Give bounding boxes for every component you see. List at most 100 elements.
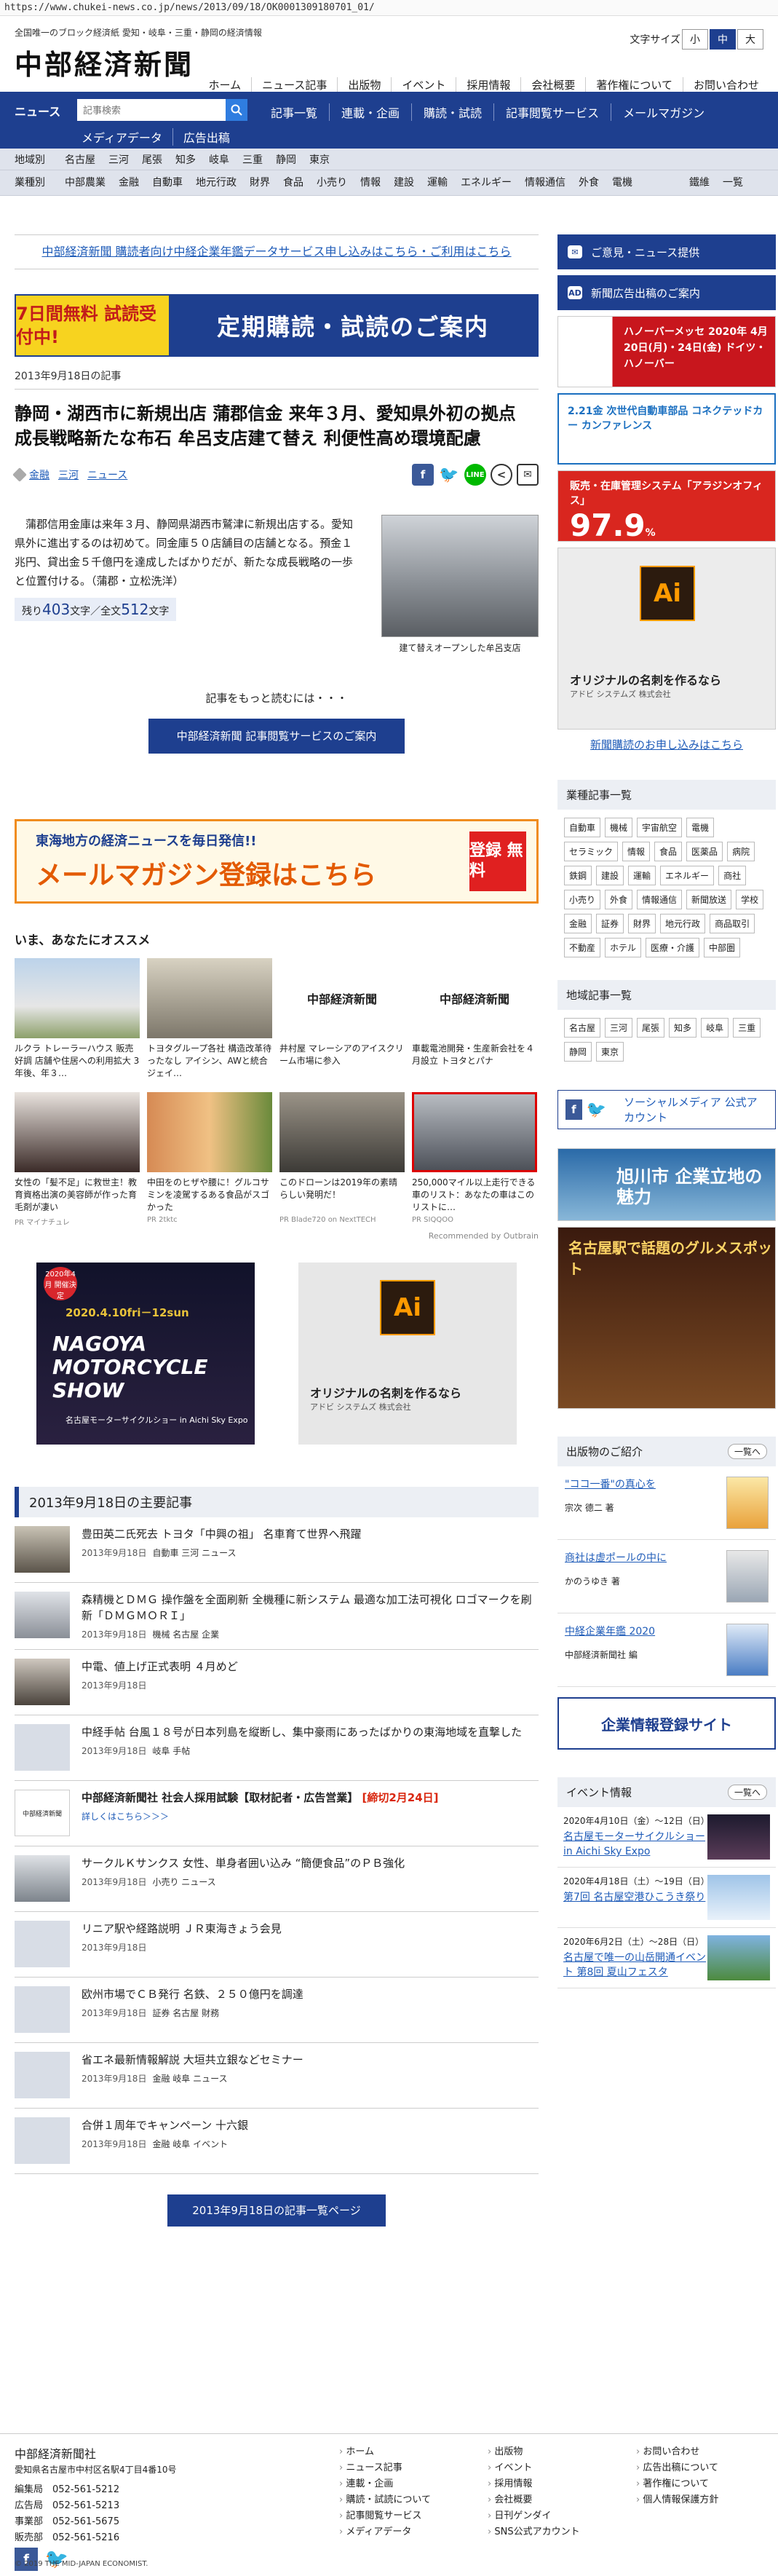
industry-item[interactable]: 情報: [354, 173, 387, 192]
recommend-item[interactable]: 中部経済新聞 車載電池開発・生産新会社を４月設立 トヨタとパナ: [412, 958, 537, 1080]
publication-item[interactable]: "ココ一番"の真心を 宗次 德二 著: [557, 1466, 776, 1540]
asahikawa-ad[interactable]: 旭川市 企業立地の魅力: [557, 1148, 776, 1221]
region-item[interactable]: 三重: [236, 152, 269, 167]
publication-item[interactable]: 中経企業年鑑 2020 中部経済新聞社 編: [557, 1613, 776, 1687]
font-size-small[interactable]: 小: [682, 29, 708, 50]
tag-link[interactable]: 中部圏: [704, 938, 741, 957]
subscription-banner[interactable]: 7日間無料 試読受付中! 定期購読・試読のご案内: [15, 294, 539, 357]
tag-link[interactable]: 知多: [669, 1018, 697, 1038]
industry-item[interactable]: 建設: [387, 173, 421, 192]
nagoya-gourmet-ad[interactable]: 名古屋駅で話題のグルメスポット: [557, 1227, 776, 1409]
tag-link[interactable]: 医薬品: [686, 842, 723, 861]
region-item[interactable]: 名古屋: [58, 152, 102, 167]
nav-news-label[interactable]: ニュース: [15, 102, 60, 119]
business-card-ad[interactable]: Ai オリジナルの名刺を作るなら アドビ システムズ 株式会社: [298, 1263, 517, 1445]
footer-link[interactable]: 記事閲覧サービス: [339, 2508, 488, 2524]
tag-link[interactable]: 三重: [733, 1018, 761, 1038]
footer-link[interactable]: メディアデータ: [339, 2524, 488, 2540]
industry-item[interactable]: 情報通信: [518, 173, 572, 192]
tag-link[interactable]: 建設: [596, 866, 624, 885]
tag-link[interactable]: 鉄鋼: [564, 866, 592, 885]
region-item[interactable]: 静岡: [269, 152, 303, 167]
industry-item[interactable]: 運輸: [421, 173, 454, 192]
list-item[interactable]: 省エネ最新情報解説 大垣共立銀などセミナー 2013年9月18日 金融 岐阜 ニュー…: [15, 2043, 539, 2109]
tag-link[interactable]: 医療・介護: [646, 938, 700, 957]
tag-link[interactable]: ニュース: [87, 467, 127, 482]
nav-series[interactable]: 連載・企画: [329, 103, 411, 121]
tag-link[interactable]: 情報通信: [637, 890, 683, 909]
recommend-item[interactable]: 中田をのヒザや腰に！グルコサミンを凌駕するある食品がスゴかった PR 2tktc: [147, 1092, 272, 1227]
recommend-item[interactable]: ルクラ トレーラーハウス 販売好調 店舗や住居への利用拡大 3年後、年３…: [15, 958, 140, 1080]
footer-link[interactable]: 出版物: [488, 2444, 636, 2460]
industry-item[interactable]: 地元行政: [189, 173, 243, 192]
subscribe-link[interactable]: 新聞購読のお申し込みはこちら: [557, 737, 776, 752]
facebook-share-icon[interactable]: f: [412, 464, 434, 486]
industry-item[interactable]: 自動車: [146, 173, 189, 192]
region-item[interactable]: 尾張: [135, 152, 169, 167]
topnav-news[interactable]: ニュース記事: [251, 77, 337, 92]
news-tip-button[interactable]: ✉ ご意見・ニュース提供: [557, 234, 776, 269]
company-info-site-ad[interactable]: 企業情報登録サイト: [557, 1697, 776, 1750]
industry-item[interactable]: 中部農業: [58, 173, 112, 192]
yearbook-notice-link[interactable]: 中部経済新聞 購読者向け中経企業年鑑データサービス申し込みはこちら・ご利用はこち…: [15, 234, 539, 269]
region-item[interactable]: 知多: [169, 152, 202, 167]
list-item[interactable]: 欧州市場でＣＢ発行 名鉄、２５０億円を調達 2013年9月18日 証券 名古屋 財務: [15, 1978, 539, 2043]
footer-link[interactable]: 購読・試読について: [339, 2492, 488, 2508]
list-item[interactable]: 中経手帖 台風１８号が日本列島を縦断し、集中豪雨にあったばかりの東海地域を直撃し…: [15, 1715, 539, 1781]
search-button[interactable]: [226, 99, 247, 121]
article-service-button[interactable]: 中部経済新聞 記事閲覧サービスのご案内: [148, 719, 405, 754]
footer-link[interactable]: 会社概要: [488, 2492, 636, 2508]
mail-share-icon[interactable]: ✉: [517, 464, 539, 486]
industry-item[interactable]: 金融: [112, 173, 146, 192]
outbrain-credit[interactable]: Recommended by Outbrain: [15, 1231, 539, 1241]
topnav-publications[interactable]: 出版物: [337, 77, 391, 92]
tag-link[interactable]: 不動産: [564, 938, 601, 957]
url-bar[interactable]: https://www.chukei-news.co.jp/news/2013/…: [0, 0, 778, 16]
tag-link[interactable]: 地元行政: [660, 914, 706, 933]
tag-link[interactable]: 東京: [596, 1042, 624, 1062]
events-more-button[interactable]: 一覧へ: [727, 1785, 767, 1800]
tag-link[interactable]: 宇宙航空: [637, 818, 683, 837]
industry-item[interactable]: 鐵維: [683, 173, 716, 192]
nav-article-list[interactable]: 記事一覧: [259, 103, 329, 121]
search-input[interactable]: [77, 99, 226, 121]
tag-link[interactable]: 学校: [736, 890, 764, 909]
recommend-item[interactable]: このドローンは2019年の素晴らしい発明だ！ PR Blade720 on Nex…: [279, 1092, 405, 1227]
footer-link[interactable]: SNS公式アカウント: [488, 2524, 636, 2540]
tag-link[interactable]: 名古屋: [564, 1018, 601, 1038]
recommend-item[interactable]: 女性の「髪不足」に救世主！教育資格出演の美容師が作った育毛剤が凄い PR マイナチ…: [15, 1092, 140, 1227]
tag-link[interactable]: 外食: [605, 890, 633, 909]
list-item[interactable]: 森精機とＤＭＧ 操作盤を全面刷新 全機種に新システム 最適な加工法可視化 ロゴマ…: [15, 1583, 539, 1650]
tag-link[interactable]: 機械: [605, 818, 633, 837]
connected-car-ad[interactable]: 2.21金 次世代自動車部品 コネクテッドカー カンファレンス: [557, 393, 776, 465]
footer-link[interactable]: 連載・企画: [339, 2476, 488, 2492]
font-size-medium[interactable]: 中: [710, 29, 736, 50]
region-item[interactable]: 三河: [102, 152, 135, 167]
industry-item[interactable]: 外食: [572, 173, 606, 192]
tag-link[interactable]: 尾張: [637, 1018, 665, 1038]
mail-magazine-banner[interactable]: 東海地方の経済ニュースを毎日発信!! メールマガジン登録はこちら 登録 無料: [15, 819, 539, 904]
industry-item[interactable]: エネルギー: [454, 173, 518, 192]
nav-ad-placement[interactable]: 広告出稿: [172, 128, 240, 146]
footer-link[interactable]: ホーム: [339, 2444, 488, 2460]
site-logo[interactable]: 中部経済新聞: [15, 42, 194, 82]
footer-link[interactable]: 著作権について: [636, 2476, 778, 2492]
list-item[interactable]: 豊田英二氏死去 トヨタ「中興の祖」 名車育て世界へ飛躍 2013年9月18日 自動車…: [15, 1517, 539, 1583]
topnav-copyright[interactable]: 著作権について: [585, 77, 683, 92]
tag-link[interactable]: エネルギー: [660, 866, 715, 885]
social-accounts-link[interactable]: f 🐦 ソーシャルメディア 公式アカウント: [557, 1090, 776, 1129]
topnav-events[interactable]: イベント: [391, 77, 456, 92]
topnav-contact[interactable]: お問い合わせ: [682, 77, 769, 92]
tag-link[interactable]: 情報: [622, 842, 651, 861]
tag-link[interactable]: 三河: [605, 1018, 633, 1038]
tag-link[interactable]: 証券: [596, 914, 624, 933]
nav-mail-magazine[interactable]: メールマガジン: [611, 103, 716, 121]
font-size-large[interactable]: 大: [737, 29, 763, 50]
tag-link[interactable]: 病院: [727, 842, 755, 861]
footer-link[interactable]: ニュース記事: [339, 2460, 488, 2476]
industry-item[interactable]: 食品: [277, 173, 310, 192]
topnav-home[interactable]: ホーム: [199, 77, 252, 92]
event-item[interactable]: 2020年6月2日（土）～28日（日） 名古屋で唯一の山岳開通イベント 第8回 夏…: [557, 1928, 776, 1988]
footer-link[interactable]: 日刊ゲンダイ: [488, 2508, 636, 2524]
region-item[interactable]: 東京: [303, 152, 336, 167]
